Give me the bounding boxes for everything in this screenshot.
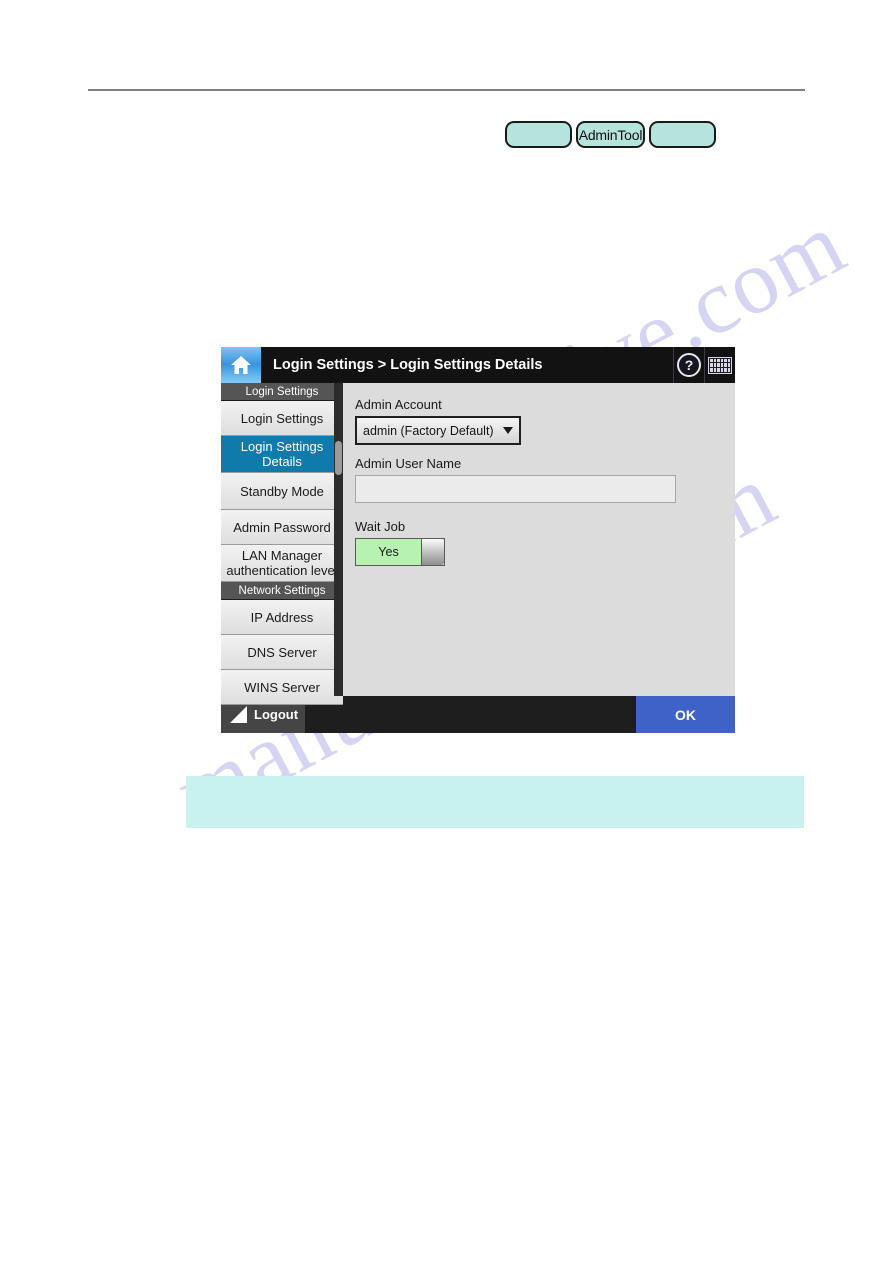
sidebar-group-network-settings: Network Settings bbox=[221, 582, 343, 600]
admin-user-name-label: Admin User Name bbox=[355, 456, 462, 471]
sidebar-item-label: WINS Server bbox=[244, 679, 320, 695]
sidebar-group-login-settings: Login Settings bbox=[221, 383, 343, 401]
sidebar-item-lan-manager-authentication-level[interactable]: LAN Manager authentication level bbox=[221, 545, 343, 582]
ok-button[interactable]: OK bbox=[636, 696, 735, 733]
sidebar-item-standby-mode[interactable]: Standby Mode bbox=[221, 473, 343, 510]
page-top-rule bbox=[88, 89, 805, 91]
admin-account-label: Admin Account bbox=[355, 397, 442, 412]
chevron-down-icon bbox=[503, 427, 513, 434]
admin-user-name-input[interactable] bbox=[355, 475, 676, 503]
sidebar: Login Settings Login Settings Login Sett… bbox=[221, 383, 343, 705]
help-icon[interactable]: ? bbox=[673, 347, 704, 383]
sidebar-item-label: DNS Server bbox=[247, 644, 317, 660]
pill-button-row: AdminTool bbox=[505, 120, 716, 149]
settings-form: Admin Account admin (Factory Default) Ad… bbox=[343, 383, 735, 696]
device-panel: Login Settings > Login Settings Details … bbox=[221, 347, 735, 733]
device-header: Login Settings > Login Settings Details … bbox=[221, 347, 735, 383]
sidebar-item-wins-server[interactable]: WINS Server bbox=[221, 670, 343, 705]
keyboard-icon-glyph bbox=[708, 356, 732, 374]
home-icon[interactable] bbox=[221, 347, 261, 383]
sidebar-item-label: Admin Password bbox=[233, 519, 331, 535]
help-icon-glyph: ? bbox=[677, 353, 701, 377]
sidebar-item-label: Login Settings Details bbox=[240, 439, 324, 469]
wait-job-toggle-value: Yes bbox=[356, 539, 421, 565]
header-icon-group: ? bbox=[673, 347, 735, 383]
sidebar-item-label: Standby Mode bbox=[240, 483, 324, 499]
sidebar-scrollbar-thumb[interactable] bbox=[335, 441, 342, 475]
sidebar-item-login-settings-details[interactable]: Login Settings Details bbox=[221, 436, 343, 473]
sidebar-item-label: IP Address bbox=[250, 609, 314, 625]
footer-spacer bbox=[305, 696, 636, 733]
keyboard-icon[interactable] bbox=[704, 347, 735, 383]
logout-button-label: Logout bbox=[254, 707, 299, 722]
sidebar-item-dns-server[interactable]: DNS Server bbox=[221, 635, 343, 670]
sidebar-item-label: LAN Manager authentication level bbox=[226, 548, 338, 578]
admin-account-value: admin (Factory Default) bbox=[363, 423, 494, 438]
wait-job-toggle-knob[interactable] bbox=[421, 539, 444, 565]
page-title: Login Settings > Login Settings Details bbox=[273, 357, 543, 373]
logout-icon bbox=[230, 706, 247, 723]
sidebar-item-login-settings[interactable]: Login Settings bbox=[221, 401, 343, 436]
admin-account-select[interactable]: admin (Factory Default) bbox=[355, 416, 521, 445]
sidebar-item-ip-address[interactable]: IP Address bbox=[221, 600, 343, 635]
pill-button-admintool-label: AdminTool bbox=[578, 126, 643, 143]
sidebar-item-label: Login Settings bbox=[240, 410, 324, 426]
sidebar-scrollbar[interactable] bbox=[334, 383, 343, 696]
pill-button-blank-left[interactable] bbox=[505, 121, 572, 148]
note-callout-box bbox=[186, 776, 804, 828]
pill-button-admintool[interactable]: AdminTool bbox=[576, 121, 645, 148]
ok-button-label: OK bbox=[675, 706, 696, 723]
pill-button-blank-right[interactable] bbox=[649, 121, 716, 148]
wait-job-toggle[interactable]: Yes bbox=[355, 538, 445, 566]
wait-job-label: Wait Job bbox=[355, 519, 406, 534]
device-body: Login Settings Login Settings Login Sett… bbox=[221, 383, 735, 705]
sidebar-item-admin-password[interactable]: Admin Password bbox=[221, 510, 343, 545]
